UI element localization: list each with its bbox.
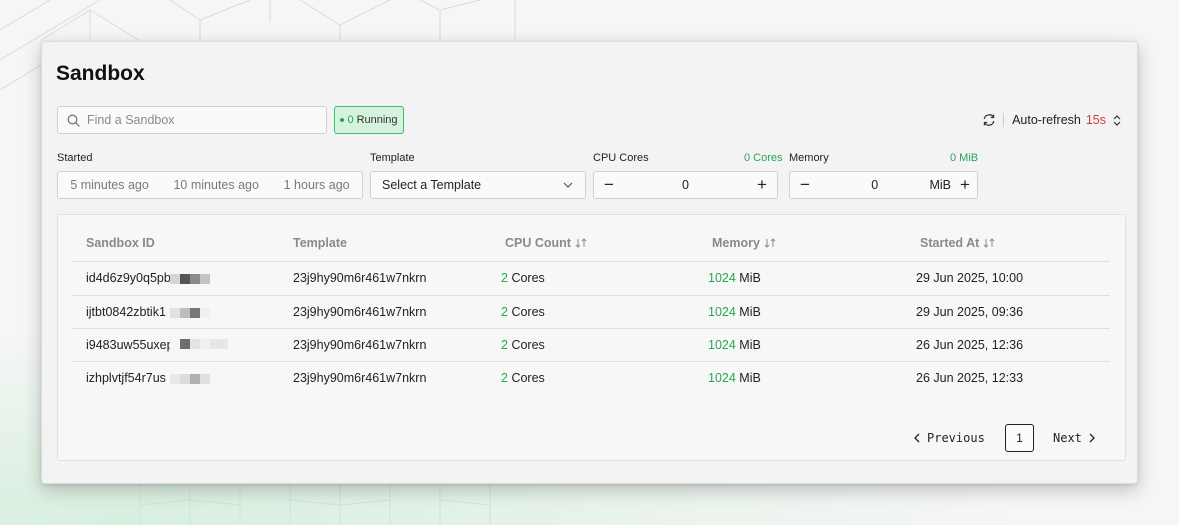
memory-filter-label: Memory (789, 152, 829, 164)
started-at-cell: 29 Jun 2025, 10:00 (916, 271, 1024, 285)
memory-cell: 1024 MiB (708, 371, 761, 385)
memory-decrement-button[interactable]: − (790, 172, 820, 198)
memory-stepper-value[interactable]: 0 (820, 178, 929, 192)
chevron-left-icon (914, 433, 920, 443)
cpu-increment-button[interactable]: + (747, 172, 777, 198)
search-field[interactable] (57, 106, 327, 134)
cpu-cell: 2 Cores (501, 338, 545, 352)
cpu-cell: 2 Cores (501, 371, 545, 385)
column-header-template: Template (293, 236, 347, 250)
page-title: Sandbox (56, 62, 145, 85)
running-status-badge[interactable]: 0 Running (334, 106, 404, 134)
sandbox-table: Sandbox ID Template CPU Count Memory Sta… (57, 214, 1126, 461)
cpu-decrement-button[interactable]: − (594, 172, 624, 198)
sandbox-id-cell[interactable]: izhplvtjf54r7us (86, 371, 166, 385)
chevron-down-icon (563, 182, 573, 188)
template-cell: 23j9hy90m6r461w7nkrn (293, 338, 427, 352)
auto-refresh-label: Auto-refresh (1012, 113, 1081, 127)
template-select[interactable]: Select a Template (370, 171, 586, 199)
auto-refresh-interval[interactable]: 15s (1086, 113, 1106, 127)
started-option-5m[interactable]: 5 minutes ago (70, 178, 149, 192)
column-header-cpu-count[interactable]: CPU Count (505, 236, 587, 250)
chevron-up-down-icon[interactable] (1113, 114, 1121, 127)
redaction-overlay (170, 273, 228, 385)
template-cell: 23j9hy90m6r461w7nkrn (293, 271, 427, 285)
cpu-stepper: − 0 + (593, 171, 778, 199)
cpu-stepper-value[interactable]: 0 (624, 178, 747, 192)
search-icon (67, 114, 80, 127)
started-option-10m[interactable]: 10 minutes ago (173, 178, 258, 192)
memory-stepper: − 0 MiB + (789, 171, 978, 199)
started-at-cell: 26 Jun 2025, 12:33 (916, 371, 1024, 385)
memory-increment-button[interactable]: + (953, 172, 977, 198)
sandbox-id-cell[interactable]: i9483uw55uxep (86, 338, 174, 352)
memory-cell: 1024 MiB (708, 338, 761, 352)
column-header-memory[interactable]: Memory (712, 236, 776, 250)
running-count: 0 (347, 114, 354, 126)
started-filter-label: Started (57, 152, 93, 164)
status-dot-icon (340, 118, 345, 122)
chevron-right-icon (1089, 433, 1095, 443)
started-option-1h[interactable]: 1 hours ago (284, 178, 350, 192)
cpu-filter-summary: 0 Cores (744, 152, 783, 164)
refresh-icon[interactable] (982, 113, 996, 127)
started-at-cell: 26 Jun 2025, 12:36 (916, 338, 1024, 352)
template-select-value: Select a Template (382, 178, 482, 192)
sort-icon[interactable] (575, 237, 587, 249)
cpu-filter-label: CPU Cores (593, 152, 649, 164)
running-label: Running (356, 114, 398, 126)
template-cell: 23j9hy90m6r461w7nkrn (293, 305, 427, 319)
memory-filter-summary: 0 MiB (950, 152, 979, 164)
sort-icon[interactable] (764, 237, 776, 249)
search-input[interactable] (87, 113, 307, 127)
sort-icon[interactable] (983, 237, 995, 249)
auto-refresh-control: Auto-refresh 15s (982, 111, 1121, 129)
column-header-started-at[interactable]: Started At (920, 236, 995, 250)
cpu-cell: 2 Cores (501, 305, 545, 319)
memory-cell: 1024 MiB (708, 305, 761, 319)
memory-cell: 1024 MiB (708, 271, 761, 285)
template-filter-label: Template (370, 152, 415, 164)
template-cell: 23j9hy90m6r461w7nkrn (293, 371, 427, 385)
column-header-sandbox-id: Sandbox ID (86, 236, 155, 250)
sandbox-id-cell[interactable]: ijtbt0842zbtik1 (86, 305, 166, 319)
memory-stepper-unit: MiB (929, 178, 951, 192)
started-at-cell: 29 Jun 2025, 09:36 (916, 305, 1024, 319)
next-page-button[interactable]: Next (1053, 424, 1096, 452)
cpu-cell: 2 Cores (501, 271, 545, 285)
previous-page-button[interactable]: Previous (913, 424, 985, 452)
sandbox-id-cell[interactable]: id4d6z9y0q5pb (86, 271, 171, 285)
refresh-divider (1003, 113, 1005, 127)
current-page-button[interactable]: 1 (1005, 424, 1034, 452)
sandbox-panel: Sandbox 0 Running Auto-refresh 15s Start… (41, 41, 1138, 484)
started-filter: 5 minutes ago 10 minutes ago 1 hours ago (57, 171, 363, 199)
